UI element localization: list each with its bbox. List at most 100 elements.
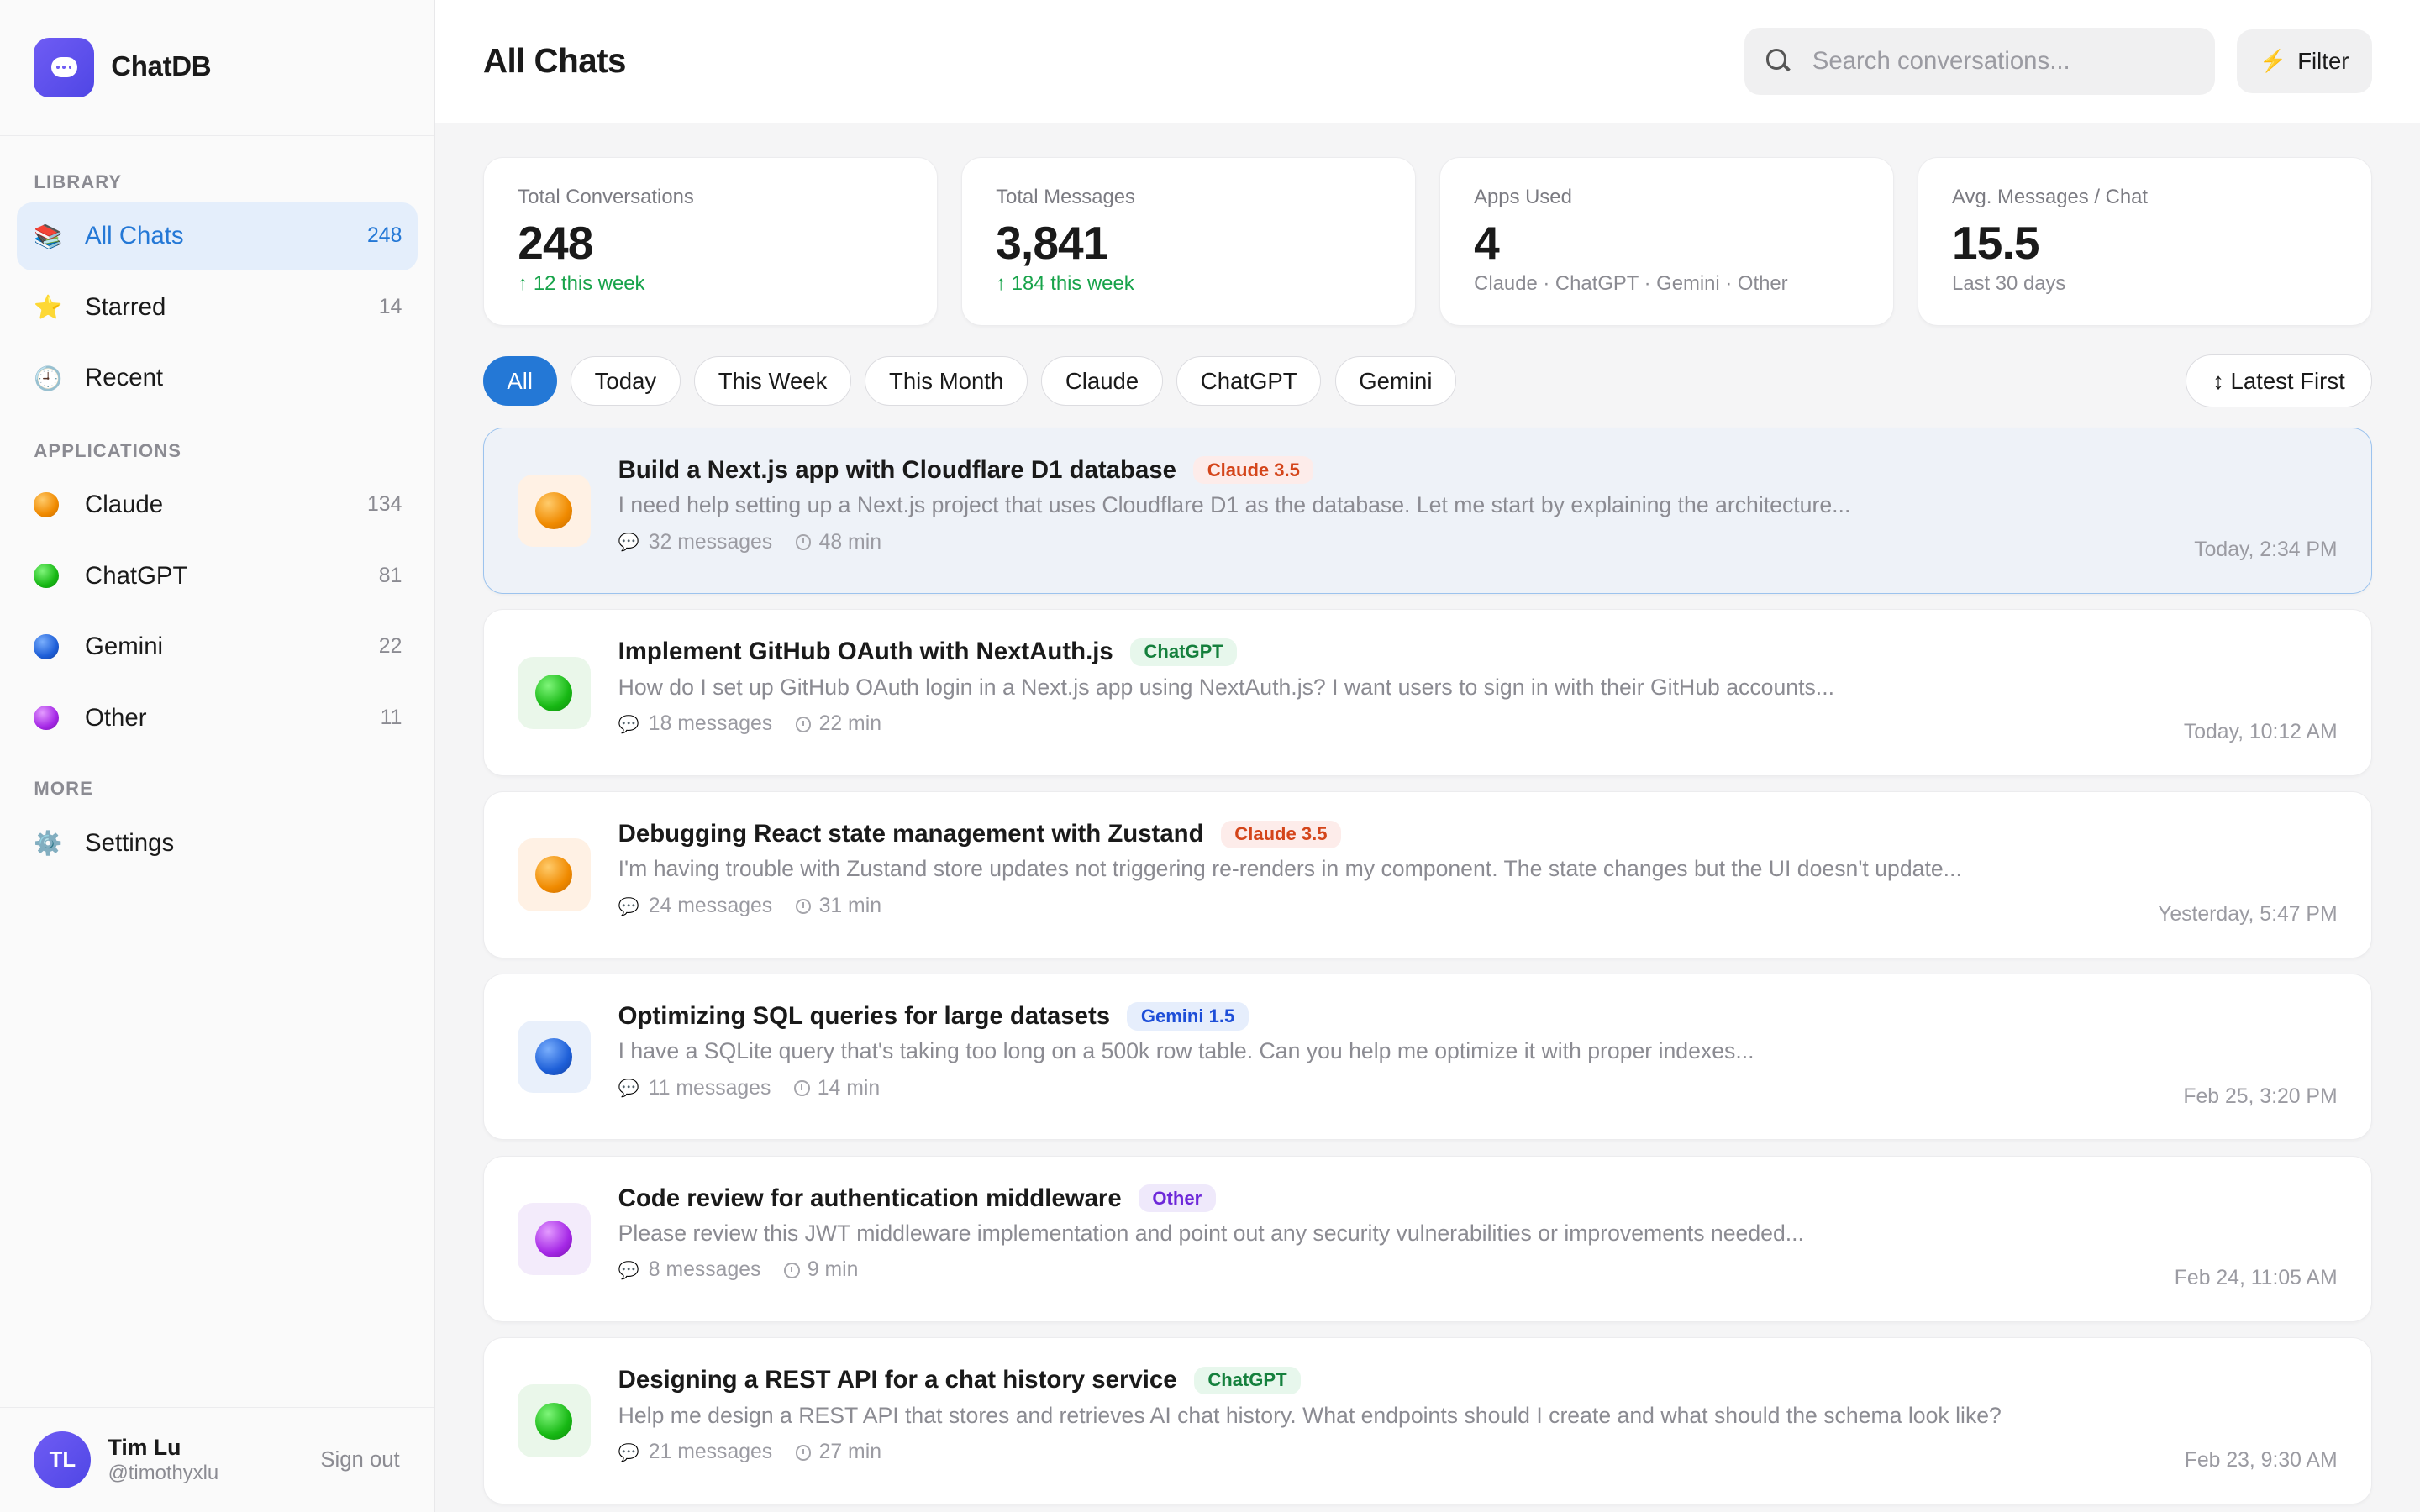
model-badge: Claude 3.5	[1193, 456, 1314, 485]
sort-button[interactable]: ↕ Latest First	[2185, 354, 2372, 407]
message-count: 11 messages	[648, 1076, 771, 1100]
chip-today[interactable]: Today	[571, 356, 681, 406]
model-badge: ChatGPT	[1129, 638, 1238, 667]
chat-title: Designing a REST API for a chat history …	[618, 1366, 1177, 1394]
model-badge: ChatGPT	[1193, 1366, 1302, 1395]
chip-this-month[interactable]: This Month	[865, 356, 1028, 406]
chat-timestamp: Feb 23, 9:30 AM	[2184, 1448, 2338, 1472]
duration: 14 min	[817, 1076, 881, 1100]
sidebar-item-label: All Chats	[85, 222, 184, 250]
sign-out-link[interactable]: Sign out	[320, 1448, 399, 1473]
lightning-icon: ⚡	[2260, 49, 2287, 73]
stat-sub: Claude · ChatGPT · Gemini · Other	[1474, 272, 1788, 296]
sidebar-item-label: Settings	[85, 828, 175, 857]
speech-bubble-icon: 💬	[618, 1261, 639, 1280]
chat-preview: How do I set up GitHub OAuth login in a …	[618, 674, 1834, 700]
stat-label: Total Messages	[996, 186, 1135, 209]
chat-card[interactable]: Implement GitHub OAuth with NextAuth.js …	[482, 609, 2372, 776]
speech-bubble-icon: 💬	[618, 1443, 639, 1462]
message-count: 24 messages	[648, 895, 773, 918]
section-more: MORE	[34, 778, 93, 800]
chat-card[interactable]: Build a Next.js app with Cloudflare D1 d…	[482, 427, 2372, 595]
stats-row: Total Conversations 248 ↑ 12 this week T…	[482, 157, 2373, 326]
chip-claude[interactable]: Claude	[1041, 356, 1163, 406]
speech-bubble-icon: 💬	[618, 533, 639, 553]
brand-name: ChatDB	[111, 51, 212, 83]
section-applications: APPLICATIONS	[34, 439, 182, 461]
sidebar-item-label: Starred	[85, 292, 166, 321]
search-icon	[1765, 47, 1792, 75]
chat-preview: Please review this JWT middleware implem…	[618, 1220, 1804, 1246]
other-dot-icon	[34, 705, 67, 731]
filter-button[interactable]: ⚡ Filter	[2236, 29, 2372, 93]
user-footer: TL Tim Lu @timothyxlu Sign out	[0, 1407, 434, 1512]
stat-value: 248	[518, 216, 593, 269]
search-input[interactable]	[1809, 45, 2186, 77]
timer-icon	[795, 898, 812, 915]
sidebar-item-claude[interactable]: Claude 134	[17, 471, 418, 539]
clock-icon: 🕘	[34, 365, 63, 391]
avatar[interactable]: TL	[34, 1431, 92, 1488]
sidebar-item-gemini[interactable]: Gemini 22	[17, 613, 418, 681]
stat-label: Total Conversations	[518, 186, 694, 209]
chat-list: Build a Next.js app with Cloudflare D1 d…	[482, 427, 2372, 1504]
timer-icon	[795, 1444, 812, 1461]
star-icon: ⭐	[34, 294, 63, 321]
stat-value: 15.5	[1952, 216, 2039, 269]
sidebar-item-label: ChatGPT	[85, 561, 188, 590]
sidebar-item-settings[interactable]: ⚙️ Settings	[17, 809, 418, 877]
speech-bubble-icon: 💬	[618, 715, 639, 734]
duration: 31 min	[818, 895, 881, 918]
message-count: 21 messages	[648, 1441, 773, 1464]
sidebar-item-count: 22	[378, 635, 402, 659]
sidebar-item-count: 134	[367, 493, 402, 517]
claude-app-icon	[518, 838, 591, 911]
stat-value: 3,841	[996, 216, 1108, 269]
sidebar-item-label: Gemini	[85, 633, 164, 661]
chatgpt-app-icon	[518, 656, 591, 729]
chat-title: Debugging React state management with Zu…	[618, 820, 1204, 848]
chat-card[interactable]: Code review for authentication middlewar…	[482, 1155, 2372, 1322]
timer-icon	[795, 534, 812, 550]
user-name: Tim Lu	[108, 1434, 182, 1460]
message-count: 18 messages	[648, 712, 773, 736]
chat-card[interactable]: Debugging React state management with Zu…	[482, 791, 2372, 958]
search-box[interactable]	[1744, 27, 2216, 96]
filter-label: Filter	[2297, 47, 2349, 74]
sidebar-item-all-chats[interactable]: 📚 All Chats 248	[17, 202, 418, 270]
chat-card[interactable]: Optimizing SQL queries for large dataset…	[482, 973, 2372, 1141]
sidebar-item-starred[interactable]: ⭐ Starred 14	[17, 273, 418, 341]
chat-timestamp: Today, 10:12 AM	[2183, 721, 2338, 744]
brand[interactable]: ChatDB	[0, 0, 434, 136]
model-badge: Other	[1138, 1184, 1216, 1213]
section-library: LIBRARY	[34, 171, 123, 192]
chat-title: Code review for authentication middlewar…	[618, 1184, 1122, 1212]
chip-chatgpt[interactable]: ChatGPT	[1176, 356, 1322, 406]
sidebar-item-other[interactable]: Other 11	[17, 684, 418, 752]
chip-this-week[interactable]: This Week	[694, 356, 851, 406]
chat-timestamp: Yesterday, 5:47 PM	[2158, 902, 2338, 926]
main-content: All Chats ⚡ Filter Total Conversations 2…	[434, 0, 2420, 1512]
sidebar-item-label: Claude	[85, 491, 164, 519]
timer-icon	[795, 716, 812, 732]
chat-title: Build a Next.js app with Cloudflare D1 d…	[618, 455, 1176, 484]
chip-all[interactable]: All	[482, 356, 557, 406]
sidebar-item-label: Other	[85, 703, 147, 732]
other-app-icon	[518, 1202, 591, 1275]
chat-card[interactable]: Designing a REST API for a chat history …	[482, 1337, 2372, 1504]
chip-gemini[interactable]: Gemini	[1334, 356, 1457, 406]
duration: 9 min	[807, 1258, 859, 1282]
sidebar-item-recent[interactable]: 🕘 Recent	[17, 344, 418, 412]
claude-dot-icon	[34, 492, 67, 517]
duration: 48 min	[818, 530, 881, 554]
sidebar-item-chatgpt[interactable]: ChatGPT 81	[17, 542, 418, 610]
sidebar-item-label: Recent	[85, 364, 164, 392]
chat-preview: Help me design a REST API that stores an…	[618, 1402, 2002, 1428]
stat-label: Apps Used	[1474, 186, 1572, 209]
stat-value: 4	[1474, 216, 1500, 269]
message-count: 8 messages	[648, 1258, 761, 1282]
stat-card-conversations: Total Conversations 248 ↑ 12 this week	[482, 157, 939, 326]
stat-card-messages: Total Messages 3,841 ↑ 184 this week	[960, 157, 1417, 326]
duration: 27 min	[818, 1441, 881, 1464]
duration: 22 min	[818, 712, 881, 736]
